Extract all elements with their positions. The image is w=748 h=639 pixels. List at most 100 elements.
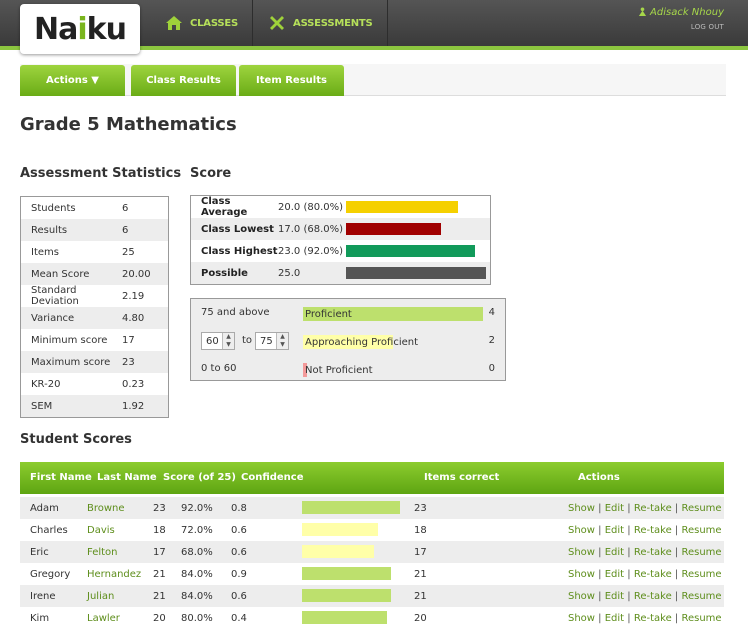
last-name-cell[interactable]: Lawler [87, 613, 120, 624]
low-threshold-stepper[interactable]: 60 ▲ ▼ [201, 332, 235, 350]
tab-class-results[interactable]: Class Results [131, 65, 236, 96]
resume-link[interactable]: Resume [681, 525, 721, 536]
retake-link[interactable]: Re-take [634, 547, 672, 558]
nav-assessments[interactable]: ASSESSMENTS [253, 0, 388, 46]
arrow-down-icon[interactable]: ▼ [223, 341, 234, 349]
arrow-down-icon[interactable]: ▼ [277, 341, 288, 349]
items-correct-bar [302, 545, 375, 558]
edit-link[interactable]: Edit [605, 569, 624, 580]
percent-cell: 68.0% [181, 547, 213, 558]
retake-link[interactable]: Re-take [634, 613, 672, 624]
nav-classes[interactable]: CLASSES [150, 0, 254, 46]
last-name-cell[interactable]: Felton [87, 547, 118, 558]
naiku-logo[interactable]: Na i ku [20, 4, 140, 54]
last-name-cell[interactable]: Hernandez [87, 569, 141, 580]
edit-link[interactable]: Edit [605, 591, 624, 602]
high-threshold-spin-buttons[interactable]: ▲ ▼ [276, 333, 288, 349]
stat-value: 23 [122, 356, 135, 368]
edit-link[interactable]: Edit [605, 525, 624, 536]
percent-cell: 84.0% [181, 569, 213, 580]
resume-link[interactable]: Resume [681, 613, 721, 624]
score-value: 23.0 (92.0%) [278, 245, 344, 257]
retake-link[interactable]: Re-take [634, 525, 672, 536]
tab-item-results[interactable]: Item Results [239, 65, 344, 96]
col-first-name[interactable]: First Name [30, 472, 92, 483]
logout-link[interactable]: LOG OUT [638, 23, 724, 31]
stat-label: Mean Score [31, 268, 90, 280]
score-cell: 18 [153, 525, 166, 536]
action-separator: | [624, 547, 634, 558]
tools-icon [270, 16, 285, 30]
col-score[interactable]: Score (of 25) [163, 472, 236, 483]
items-correct-bar [302, 501, 400, 514]
confidence-cell: 0.6 [231, 525, 247, 536]
show-link[interactable]: Show [568, 591, 595, 602]
proficiency-row-approaching: 60 ▲ ▼ to 75 ▲ ▼ Approaching Proficient 2 [191, 330, 505, 352]
arrow-up-icon[interactable]: ▲ [277, 333, 288, 341]
resume-link[interactable]: Resume [681, 569, 721, 580]
logo-text-ku: ku [86, 11, 127, 47]
tab-actions[interactable]: Actions ▼ [20, 65, 125, 96]
low-threshold-spin-buttons[interactable]: ▲ ▼ [222, 333, 234, 349]
items-correct-cell: 20 [414, 613, 427, 624]
retake-link[interactable]: Re-take [634, 503, 672, 514]
col-items-correct[interactable]: Items correct [424, 472, 499, 483]
resume-link[interactable]: Resume [681, 591, 721, 602]
resume-link[interactable]: Resume [681, 547, 721, 558]
show-link[interactable]: Show [568, 525, 595, 536]
show-link[interactable]: Show [568, 613, 595, 624]
row-actions: Show | Edit | Re-take | Resume [568, 547, 722, 558]
edit-link[interactable]: Edit [605, 503, 624, 514]
resume-link[interactable]: Resume [681, 503, 721, 514]
nav-assessments-label: ASSESSMENTS [293, 17, 373, 29]
row-actions: Show | Edit | Re-take | Resume [568, 503, 722, 514]
retake-link[interactable]: Re-take [634, 591, 672, 602]
edit-link[interactable]: Edit [605, 547, 624, 558]
table-row: Gregory Hernandez 21 84.0% 0.9 21 Show | Edit … [20, 563, 724, 585]
user-area: Adisack Nhouy LOG OUT [638, 7, 724, 31]
action-separator: | [594, 569, 605, 580]
score-cell: 20 [153, 613, 166, 624]
edit-link[interactable]: Edit [605, 613, 624, 624]
confidence-cell: 0.8 [231, 503, 247, 514]
last-name-cell[interactable]: Browne [87, 503, 125, 514]
high-threshold-stepper[interactable]: 75 ▲ ▼ [255, 332, 289, 350]
score-row: Possible 25.0 [191, 262, 490, 284]
user-name-link[interactable]: Adisack Nhouy [638, 7, 724, 18]
stat-label: Results [31, 224, 68, 236]
table-row: Irene Julian 21 84.0% 0.6 21 Show | Edit | Re-… [20, 585, 724, 607]
items-correct-bar [302, 523, 379, 536]
first-name-cell: Adam [30, 503, 59, 514]
stats-heading: Assessment Statistics [20, 166, 182, 181]
stat-value: 1.92 [122, 400, 145, 412]
score-cell: 21 [153, 591, 166, 602]
action-separator: | [624, 525, 634, 536]
retake-link[interactable]: Re-take [634, 569, 672, 580]
stats-row: SEM 1.92 [21, 395, 168, 417]
col-last-name[interactable]: Last Name [97, 472, 157, 483]
last-name-cell[interactable]: Julian [87, 591, 114, 602]
stats-row: Maximum score 23 [21, 351, 168, 373]
table-row: Kim Lawler 20 80.0% 0.4 20 Show | Edit | Re-ta… [20, 607, 724, 629]
show-link[interactable]: Show [568, 569, 595, 580]
main-nav: CLASSES ASSESSMENTS [150, 0, 388, 46]
action-separator: | [594, 503, 605, 514]
col-confidence[interactable]: Confidence [241, 472, 304, 483]
stat-label: Students [31, 202, 76, 214]
first-name-cell: Irene [30, 591, 56, 602]
last-name-cell[interactable]: Davis [87, 525, 115, 536]
show-link[interactable]: Show [568, 503, 595, 514]
stat-value: 25 [122, 246, 135, 258]
stat-label: Minimum score [31, 334, 108, 346]
score-bar [346, 267, 486, 279]
score-label: Class Average [201, 196, 248, 218]
score-bar [346, 245, 475, 257]
action-separator: | [624, 613, 634, 624]
score-value: 20.0 (80.0%) [278, 201, 344, 213]
show-link[interactable]: Show [568, 547, 595, 558]
arrow-up-icon[interactable]: ▲ [223, 333, 234, 341]
table-row: Charles Davis 18 72.0% 0.6 18 Show | Edit | Re… [20, 519, 724, 541]
score-cell: 23 [153, 503, 166, 514]
first-name-cell: Gregory [30, 569, 71, 580]
range-label-above: 75 and above [201, 307, 270, 318]
